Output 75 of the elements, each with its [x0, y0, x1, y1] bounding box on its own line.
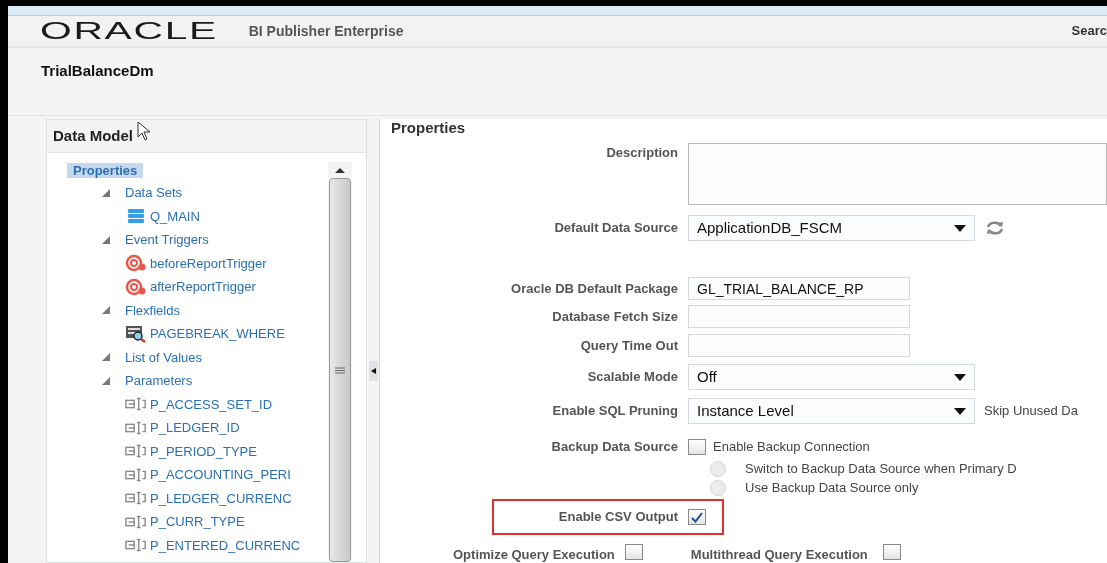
- page-title: TrialBalanceDm: [41, 62, 154, 79]
- parameter-icon: [125, 490, 147, 507]
- field-label: Default Data Source: [554, 220, 678, 236]
- tree-item-label[interactable]: P_CURR_TYPE: [150, 512, 245, 532]
- tree-root-item[interactable]: Properties: [67, 162, 144, 178]
- dropdown-field[interactable]: Instance Level: [688, 398, 975, 424]
- text-field[interactable]: [688, 305, 910, 328]
- expanded-triangle-icon[interactable]: [101, 305, 111, 316]
- refresh-icon[interactable]: [985, 220, 1005, 236]
- tree-item-label[interactable]: beforeReportTrigger: [150, 253, 267, 273]
- field-label: Enable SQL Pruning: [552, 403, 678, 419]
- tree-group-label[interactable]: List of Values: [125, 347, 203, 367]
- scrollbar[interactable]: [328, 162, 352, 562]
- trigger-icon: [125, 277, 147, 296]
- checkbox[interactable]: [688, 439, 706, 455]
- dropdown-caret-icon: [954, 373, 966, 381]
- radio-button[interactable]: [710, 480, 726, 496]
- tree-group-label[interactable]: Flexfields: [125, 300, 180, 320]
- checkbox[interactable]: [688, 509, 706, 525]
- scroll-up-icon[interactable]: [335, 167, 345, 173]
- checkbox-label: Enable Backup Connection: [713, 438, 870, 457]
- radio-label: Switch to Backup Data Source when Primary D: [745, 460, 1017, 479]
- magnifier-table-icon: [125, 324, 147, 343]
- field-label: Query Time Out: [580, 337, 678, 354]
- description-field[interactable]: [688, 143, 1107, 205]
- tree-item-label[interactable]: P_LEDGER_ID: [150, 418, 240, 438]
- field-label: Backup Data Source: [551, 439, 678, 455]
- field-label: Database Fetch Size: [552, 308, 678, 325]
- collapse-handle[interactable]: [368, 361, 378, 381]
- text-field[interactable]: [688, 334, 910, 357]
- dropdown-field[interactable]: Off: [688, 364, 975, 390]
- field-label: Optimize Query Execution: [453, 547, 615, 563]
- database-icon: [127, 208, 145, 225]
- product-name: BI Publisher Enterprise: [248, 21, 404, 41]
- parameter-icon: [125, 419, 147, 436]
- pruning-note: Skip Unused Da: [984, 402, 1078, 421]
- field-label: Enable CSV Output: [558, 509, 678, 525]
- parameter-icon: [125, 537, 147, 554]
- expanded-triangle-icon[interactable]: [101, 187, 111, 198]
- trigger-icon: [125, 254, 147, 273]
- field-label: Multithread Query Execution: [690, 547, 868, 563]
- tree-item-label[interactable]: P_LEDGER_CURRENC: [150, 488, 292, 508]
- dropdown-caret-icon: [954, 407, 966, 415]
- tree-item-label[interactable]: afterReportTrigger: [150, 277, 256, 297]
- tree-item-label[interactable]: PAGEBREAK_WHERE: [150, 324, 285, 344]
- expanded-triangle-icon[interactable]: [101, 375, 111, 386]
- field-label: Description: [606, 145, 678, 162]
- panel-title: Data Model: [53, 125, 133, 146]
- parameter-icon: [125, 466, 147, 483]
- checkbox[interactable]: [624, 544, 643, 560]
- radio-button[interactable]: [710, 461, 726, 477]
- radio-label: Use Backup Data Source only: [745, 479, 919, 498]
- section-title: Properties: [391, 119, 466, 136]
- grip-icon: [335, 366, 345, 374]
- parameter-icon: [125, 396, 147, 413]
- parameter-icon: [125, 443, 147, 460]
- dropdown-field[interactable]: ApplicationDB_FSCM: [688, 215, 975, 241]
- tree-group-label[interactable]: Event Triggers: [125, 230, 209, 250]
- tree-item-label[interactable]: P_ACCESS_SET_ID: [150, 394, 273, 414]
- text-field[interactable]: GL_TRIAL_BALANCE_RP: [688, 277, 910, 300]
- dropdown-caret-icon: [954, 224, 966, 232]
- tree-item-label[interactable]: Q_MAIN: [150, 206, 200, 226]
- oracle-logo: ORACLE: [40, 19, 218, 43]
- expanded-triangle-icon[interactable]: [101, 234, 111, 245]
- tree-group-label[interactable]: Parameters: [125, 371, 193, 391]
- tree-item-label[interactable]: P_PERIOD_TYPE: [150, 441, 257, 461]
- field-label: Scalable Mode: [587, 369, 678, 385]
- expanded-triangle-icon[interactable]: [101, 352, 111, 363]
- tree-item-label[interactable]: P_ENTERED_CURRENC: [150, 535, 301, 555]
- checkbox[interactable]: [882, 544, 901, 560]
- search-link[interactable]: Searc: [1071, 21, 1107, 41]
- tree-group-label[interactable]: Data Sets: [125, 183, 183, 203]
- parameter-icon: [125, 513, 147, 530]
- tree-item-label[interactable]: P_ACCOUNTING_PERI: [150, 465, 291, 485]
- field-label: Oracle DB Default Package: [511, 280, 678, 297]
